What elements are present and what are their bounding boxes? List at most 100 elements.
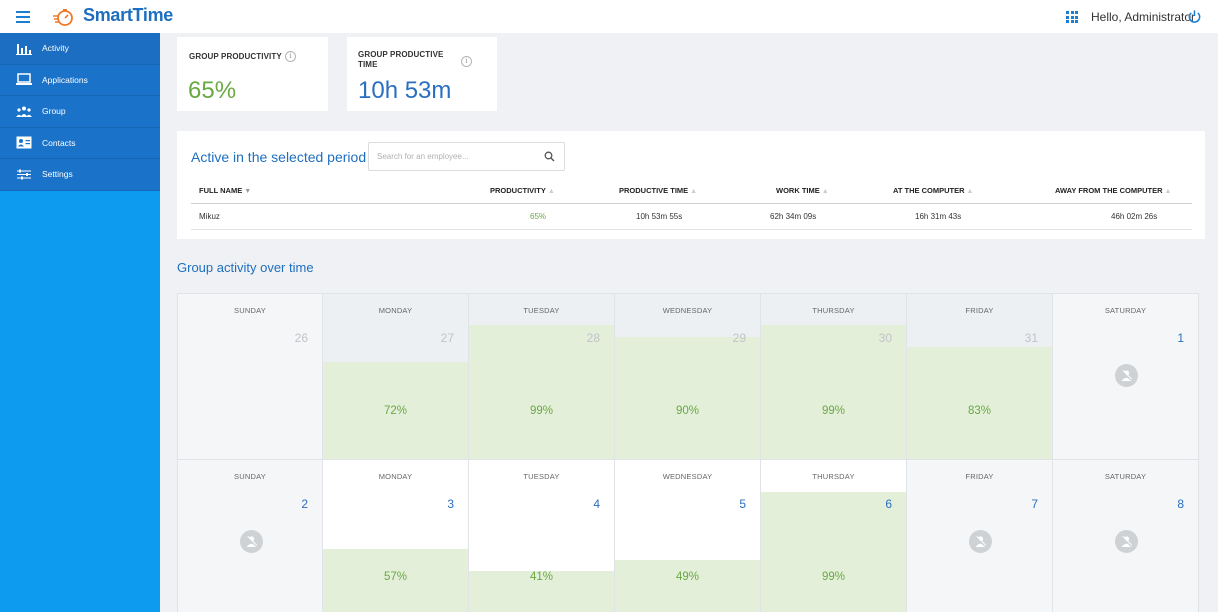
calendar-day-productivity: 90% — [675, 405, 700, 417]
column-header-label: PRODUCTIVE TIME — [619, 186, 689, 195]
panel-title: Active in the selected period — [191, 149, 367, 165]
column-header-full-name[interactable]: FULL NAME ▼ — [199, 186, 251, 195]
bar-chart-icon — [16, 43, 32, 55]
stopwatch-logo-icon — [53, 9, 73, 26]
sidebar-item-label: Group — [42, 106, 66, 117]
calendar-date-number: 2 — [301, 497, 308, 511]
productivity-fill — [907, 347, 1052, 459]
calendar-date-number: 3 — [447, 497, 454, 511]
employee-search-input[interactable] — [377, 152, 537, 161]
calendar-day-name: SUNDAY — [234, 472, 266, 481]
calendar-day-productivity: 99% — [821, 405, 846, 417]
table-header-divider — [191, 203, 1192, 204]
sort-icon: ▲ — [966, 188, 974, 195]
column-header-away[interactable]: AWAY FROM THE COMPUTER ▲ — [1055, 186, 1171, 195]
calendar-day-cell[interactable]: THURSDAY 6 99% — [761, 460, 907, 612]
calendar-day-productivity: 99% — [821, 571, 846, 583]
sidebar-item-label: Applications — [42, 74, 88, 85]
calendar-day-name: THURSDAY — [812, 306, 855, 315]
cell-productive-time: 10h 53m 55s — [636, 212, 683, 221]
column-header-at-computer[interactable]: AT THE COMPUTER ▲ — [893, 186, 973, 195]
calendar-date-number: 30 — [878, 331, 892, 345]
group-activity-title: Group activity over time — [177, 260, 314, 275]
calendar-day-cell[interactable]: SUNDAY 26 — [177, 293, 323, 460]
sidebar-item-label: Contacts — [42, 137, 76, 148]
info-icon[interactable]: i — [461, 56, 472, 67]
calendar-day-name: FRIDAY — [965, 306, 994, 315]
card-title: GROUP PRODUCTIVITY — [189, 52, 282, 61]
calendar-day-name: THURSDAY — [812, 472, 855, 481]
sidebar-item-contacts[interactable]: Contacts — [0, 128, 160, 159]
calendar-day-cell[interactable]: MONDAY 27 72% — [323, 293, 469, 460]
group-productivity-card: GROUP PRODUCTIVITY i 65% — [177, 37, 328, 111]
calendar-day-productivity: 57% — [383, 571, 408, 583]
calendar-day-cell[interactable]: TUESDAY 4 41% — [469, 460, 615, 612]
sort-icon: ▲ — [547, 188, 555, 195]
employee-search-box[interactable] — [368, 142, 565, 171]
productivity-fill — [761, 492, 906, 612]
column-header-productivity[interactable]: PRODUCTIVITY ▲ — [490, 186, 555, 195]
user-away-icon — [1115, 364, 1138, 387]
app-logo-text: SmartTime — [83, 5, 174, 25]
column-header-label: AWAY FROM THE COMPUTER — [1055, 186, 1163, 195]
calendar-date-number: 31 — [1024, 331, 1038, 345]
calendar-date-number: 6 — [885, 497, 892, 511]
calendar-day-cell[interactable]: SUNDAY 2 — [177, 460, 323, 612]
calendar-date-number: 29 — [732, 331, 746, 345]
card-title-line: TIME — [358, 60, 378, 69]
sidebar-item-activity[interactable]: Activity — [0, 33, 160, 65]
calendar-date-number: 28 — [586, 331, 600, 345]
hamburger-menu-icon[interactable] — [16, 11, 30, 23]
group-productivity-value: 65% — [188, 77, 237, 104]
sort-icon: ▲ — [1164, 188, 1172, 195]
laptop-icon — [16, 73, 32, 86]
info-icon[interactable]: i — [285, 51, 296, 62]
calendar-day-cell[interactable]: MONDAY 3 57% — [323, 460, 469, 612]
calendar-day-cell[interactable]: THURSDAY 30 99% — [761, 293, 907, 460]
card-title: GROUP PRODUCTIVE TIME — [358, 50, 443, 70]
column-header-label: AT THE COMPUTER — [893, 186, 965, 195]
sidebar: Activity Applications Group Contacts Set… — [0, 33, 160, 612]
calendar-day-productivity: 49% — [675, 571, 700, 583]
cell-away: 46h 02m 26s — [1111, 212, 1158, 221]
calendar-day-name: SATURDAY — [1104, 306, 1147, 315]
search-icon[interactable] — [544, 151, 555, 162]
cell-full-name[interactable]: Mikuz — [199, 212, 220, 221]
group-productive-time-card: GROUP PRODUCTIVE TIME i 10h 53m — [347, 37, 497, 111]
calendar-day-productivity: 41% — [529, 571, 554, 583]
calendar-day-cell[interactable]: SATURDAY 8 — [1053, 460, 1199, 612]
user-away-icon — [1115, 530, 1138, 553]
cell-productivity: 65% — [530, 212, 547, 221]
cell-at-computer: 16h 31m 43s — [915, 212, 962, 221]
sidebar-item-label: Activity — [42, 43, 69, 54]
calendar-date-number: 5 — [739, 497, 746, 511]
apps-grid-icon[interactable] — [1066, 11, 1078, 23]
calendar-day-cell[interactable]: FRIDAY 31 83% — [907, 293, 1053, 460]
calendar-day-cell[interactable]: TUESDAY 28 99% — [469, 293, 615, 460]
power-icon[interactable] — [1187, 9, 1202, 24]
calendar-day-name: FRIDAY — [965, 472, 994, 481]
user-greeting[interactable]: Hello, Administrator — [1091, 10, 1195, 24]
active-employees-panel: Active in the selected period FULL NAME▼… — [177, 131, 1205, 239]
calendar-day-cell[interactable]: FRIDAY 7 — [907, 460, 1053, 612]
table-row-divider — [191, 229, 1192, 230]
calendar-day-cell[interactable]: WEDNESDAY 29 90% — [615, 293, 761, 460]
calendar-day-cell[interactable]: SATURDAY 1 — [1053, 293, 1199, 460]
column-header-productive-time[interactable]: PRODUCTIVE TIME ▲ — [619, 186, 697, 195]
calendar-day-name: WEDNESDAY — [662, 306, 713, 315]
productivity-fill — [615, 337, 760, 459]
card-title-line: GROUP PRODUCTIVE — [358, 50, 444, 59]
sidebar-item-applications[interactable]: Applications — [0, 65, 160, 96]
productivity-fill — [761, 325, 906, 459]
sidebar-item-settings[interactable]: Settings — [0, 159, 160, 191]
column-header-work-time[interactable]: WORK TIME ▲ — [776, 186, 829, 195]
sidebar-item-group[interactable]: Group — [0, 96, 160, 128]
sliders-icon — [17, 169, 31, 180]
sidebar-menu: Activity Applications Group Contacts Set… — [0, 33, 160, 191]
calendar-day-name: SUNDAY — [234, 306, 266, 315]
calendar-day-cell[interactable]: WEDNESDAY 5 49% — [615, 460, 761, 612]
column-header-label: WORK TIME — [776, 186, 820, 195]
group-icon — [16, 106, 32, 117]
calendar-day-name: TUESDAY — [523, 306, 560, 315]
calendar-date-number: 1 — [1177, 331, 1184, 345]
